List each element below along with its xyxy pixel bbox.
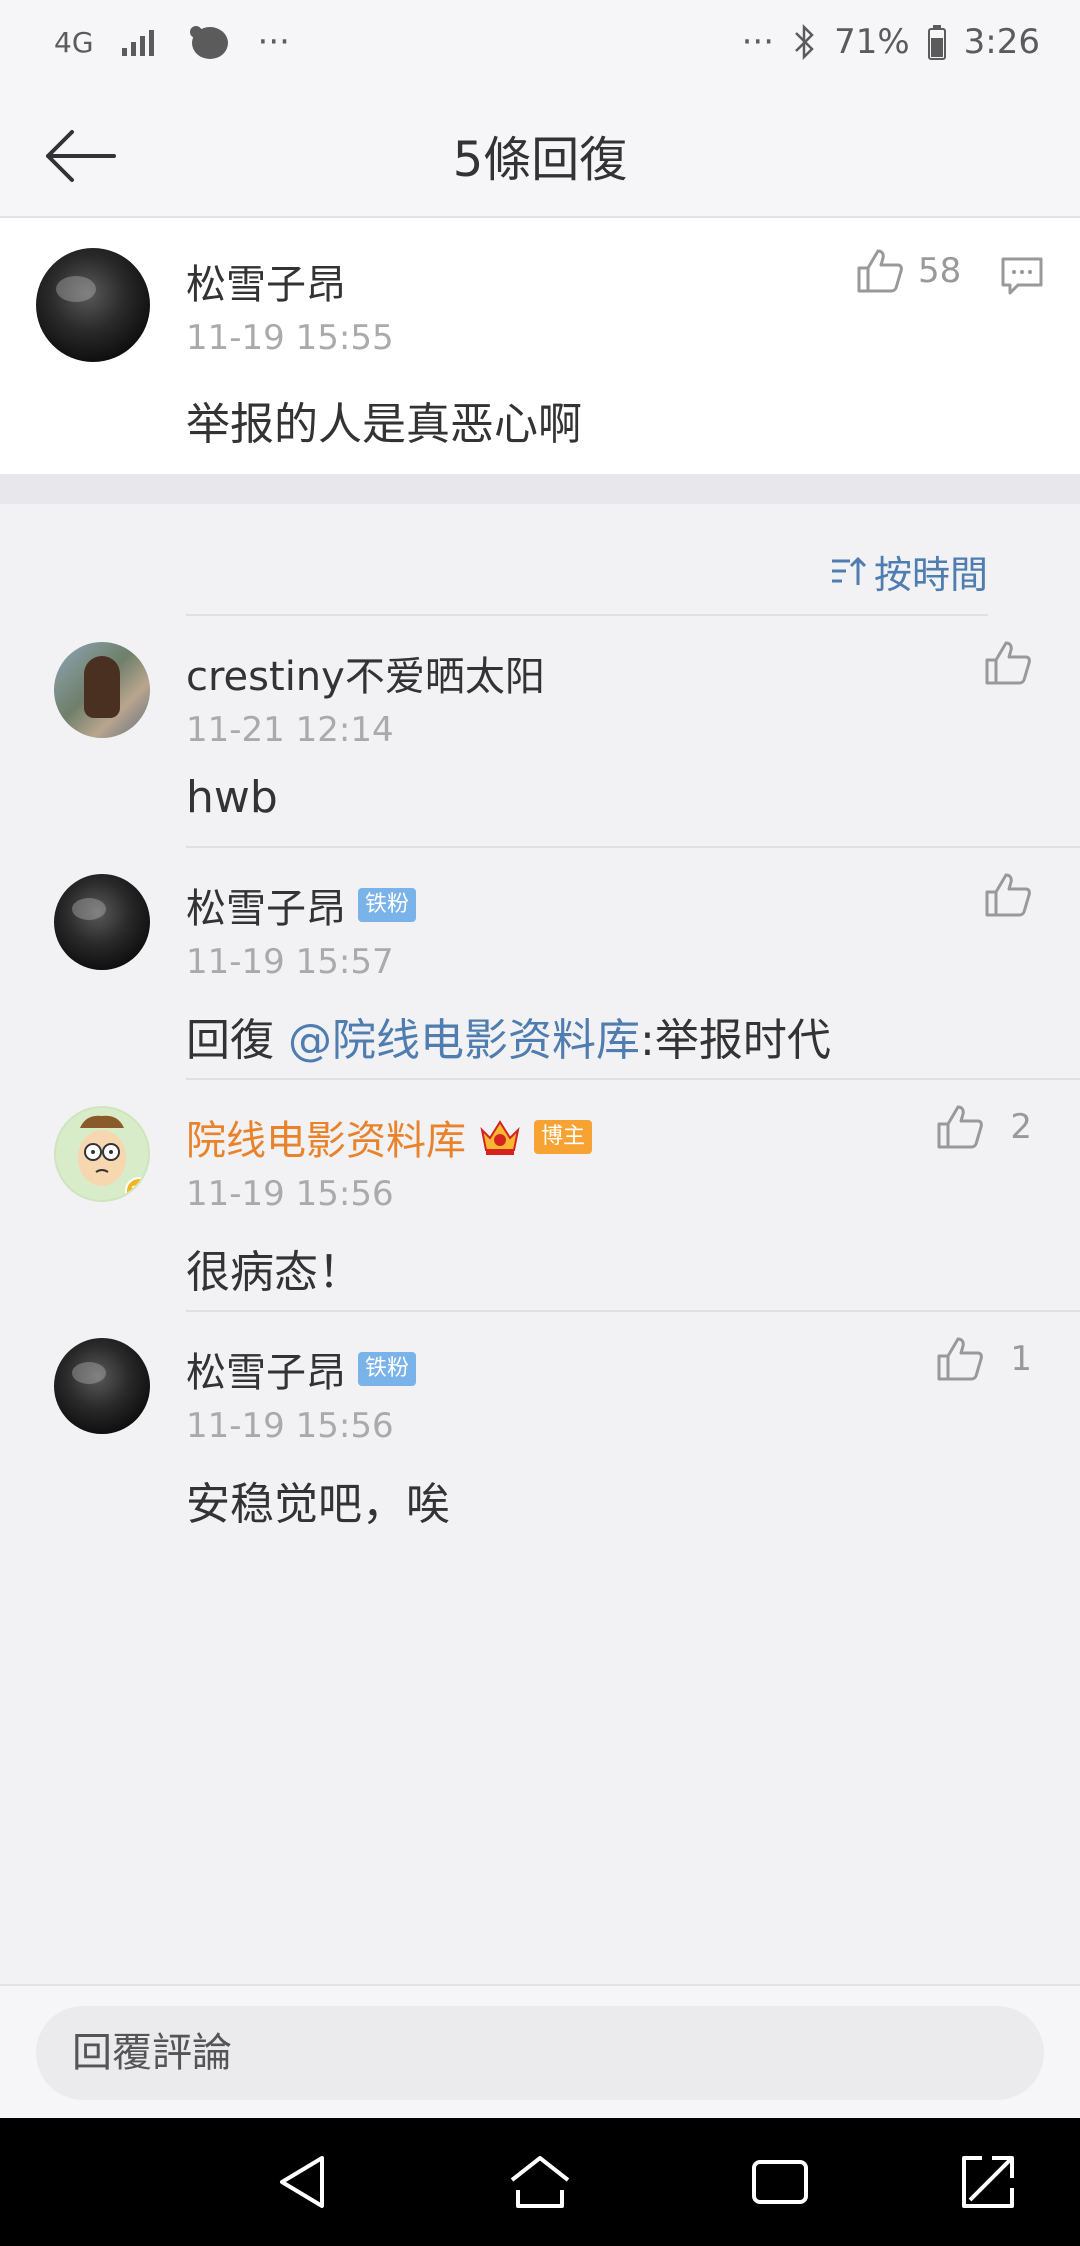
sort-icon: [831, 556, 866, 585]
reply-time: 11-19 15:57: [186, 942, 394, 982]
verified-v-icon: [125, 1177, 148, 1200]
battery-percent: 71%: [834, 22, 910, 62]
blogger-badge: 博主: [534, 1120, 593, 1154]
avatar[interactable]: [54, 1106, 150, 1202]
system-recents-button[interactable]: [748, 2150, 812, 2214]
comment-time: 11-19 15:55: [186, 318, 394, 358]
avatar[interactable]: [54, 1338, 150, 1434]
status-bar: 4G ··· ··· 71% 3:26: [0, 0, 1080, 90]
main-comment: 松雪子昂 11-19 15:55 举报的人是真恶心啊 58: [0, 218, 1080, 474]
section-separator: [0, 474, 1080, 504]
like-count: 58: [918, 251, 962, 291]
thumbs-up-icon: [937, 1337, 984, 1381]
reply-time: 11-19 15:56: [186, 1174, 394, 1214]
app-notification-icon: [189, 26, 228, 59]
triangle-back-icon: [280, 2156, 324, 2208]
sort-label: 按時間: [873, 553, 988, 597]
reply-time: 11-19 15:56: [186, 1406, 394, 1446]
thumbs-up-icon: [985, 641, 1031, 685]
reply-input-bar: 回覆評論: [0, 1984, 1080, 2118]
commenter-name[interactable]: 松雪子昂: [186, 252, 346, 310]
system-home-button[interactable]: [508, 2150, 572, 2214]
comment-bubble-icon: [1001, 257, 1043, 295]
reply-time: 11-21 12:14: [186, 710, 394, 750]
battery-icon: [927, 25, 946, 60]
sort-by-time-button[interactable]: 按時間: [830, 544, 988, 599]
thumbs-up-icon: [985, 873, 1031, 917]
home-icon: [510, 2156, 570, 2208]
network-type: 4G: [54, 25, 94, 59]
reply-text: 安稳觉吧，唉: [186, 1479, 450, 1530]
replier-name[interactable]: 松雪子昂 铁粉: [186, 876, 417, 934]
like-button[interactable]: [984, 872, 1032, 918]
comment-text: 举报的人是真恶心啊: [186, 399, 582, 450]
avatar[interactable]: [54, 642, 150, 738]
signal-icon: [121, 30, 154, 56]
like-button[interactable]: 2: [936, 1104, 1032, 1150]
system-back-button[interactable]: [274, 2150, 338, 2214]
fan-badge: 铁粉: [358, 1352, 417, 1386]
fan-badge: 铁粉: [358, 888, 417, 922]
like-button[interactable]: [984, 640, 1032, 686]
thumbs-up-icon: [937, 1105, 984, 1149]
page-title: 5條回復: [452, 132, 628, 188]
thumbs-up-icon: [857, 249, 903, 293]
avatar[interactable]: [54, 874, 150, 970]
mention-link[interactable]: @院线电影资料库: [288, 1015, 640, 1066]
replier-name[interactable]: crestiny不爱晒太阳: [186, 644, 545, 702]
system-fullscreen-button[interactable]: [956, 2150, 1020, 2214]
like-button[interactable]: 1: [936, 1336, 1032, 1382]
recents-icon: [752, 2160, 808, 2204]
like-button[interactable]: 58: [856, 248, 961, 294]
reply-item: 松雪子昂 铁粉 11-19 15:57 回復 @院线电影资料库:举报时代: [0, 848, 1080, 1080]
reply-item: 院线电影资料库 博主 11-19 15:56 很病态！ 2: [0, 1080, 1080, 1312]
comment-button[interactable]: [1000, 256, 1044, 300]
bluetooth-icon: [795, 24, 814, 60]
system-navigation-bar: [0, 2118, 1080, 2246]
reply-text: 很病态！: [186, 1247, 362, 1298]
more-status: ···: [741, 22, 775, 62]
expand-icon: [962, 2156, 1014, 2208]
replier-name[interactable]: 松雪子昂 铁粉: [186, 1340, 417, 1398]
like-count: 1: [1010, 1339, 1032, 1379]
crown-member-icon: [480, 1120, 520, 1155]
reply-item: 松雪子昂 铁粉 11-19 15:56 安稳觉吧，唉 1: [0, 1312, 1080, 1544]
clock: 3:26: [963, 22, 1040, 62]
more-notifications: ···: [257, 22, 290, 62]
replier-name[interactable]: 院线电影资料库 博主: [186, 1108, 593, 1166]
reply-item: crestiny不爱晒太阳 11-21 12:14 hwb: [0, 616, 1080, 848]
reply-text: 回復 @院线电影资料库:举报时代: [186, 1015, 831, 1066]
like-count: 2: [1010, 1107, 1032, 1147]
reply-comment-input[interactable]: 回覆評論: [36, 2006, 1044, 2100]
reply-text: hwb: [186, 772, 278, 823]
top-navigation: 5條回復: [0, 90, 1080, 218]
avatar[interactable]: [36, 248, 150, 362]
